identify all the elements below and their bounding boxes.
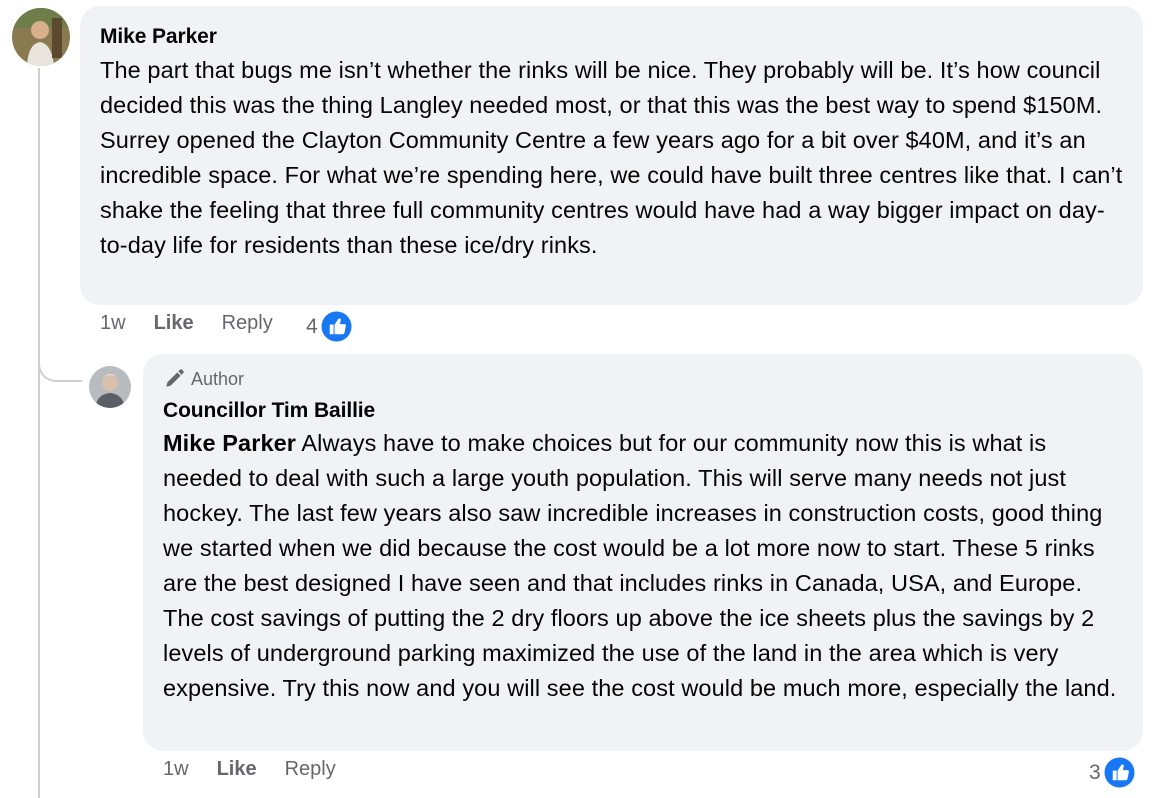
reply-author-name[interactable]: Councillor Tim Baillie bbox=[163, 396, 1123, 426]
mention-link[interactable]: Mike Parker bbox=[163, 430, 296, 456]
reaction-count: 4 bbox=[306, 314, 318, 338]
comment-actions: 1w Like Reply bbox=[100, 312, 273, 335]
pencil-icon bbox=[166, 369, 184, 387]
reply-reaction-count: 3 bbox=[1089, 760, 1101, 784]
thread-connector bbox=[38, 352, 82, 382]
comment-author-name[interactable]: Mike Parker bbox=[100, 22, 1123, 52]
thread-line bbox=[38, 68, 40, 798]
reply-timestamp[interactable]: 1w bbox=[163, 758, 189, 781]
reply-text: Mike Parker Always have to make choices … bbox=[163, 426, 1123, 706]
like-button[interactable]: Like bbox=[154, 312, 194, 335]
comment-text: The part that bugs me isn’t whether the … bbox=[100, 57, 1123, 258]
reaction-summary[interactable]: 4 bbox=[306, 310, 353, 343]
reply-reply-button[interactable]: Reply bbox=[285, 758, 336, 781]
author-badge: Author bbox=[163, 368, 1123, 390]
reply-bubble: Author Councillor Tim Baillie Mike Parke… bbox=[143, 354, 1143, 751]
like-icon bbox=[1102, 756, 1136, 789]
reply-avatar[interactable] bbox=[89, 366, 131, 408]
avatar[interactable] bbox=[12, 8, 70, 66]
like-icon bbox=[319, 310, 353, 343]
comment-bubble: Mike Parker The part that bugs me isn’t … bbox=[80, 6, 1143, 305]
author-badge-label: Author bbox=[191, 368, 245, 389]
reply-actions: 1w Like Reply bbox=[163, 758, 336, 781]
reply-like-button[interactable]: Like bbox=[217, 758, 257, 781]
reply-reaction-summary[interactable]: 3 bbox=[1089, 756, 1136, 789]
comment-timestamp[interactable]: 1w bbox=[100, 312, 126, 335]
reply-button[interactable]: Reply bbox=[222, 312, 273, 335]
reply-text-body: Always have to make choices but for our … bbox=[163, 430, 1117, 701]
